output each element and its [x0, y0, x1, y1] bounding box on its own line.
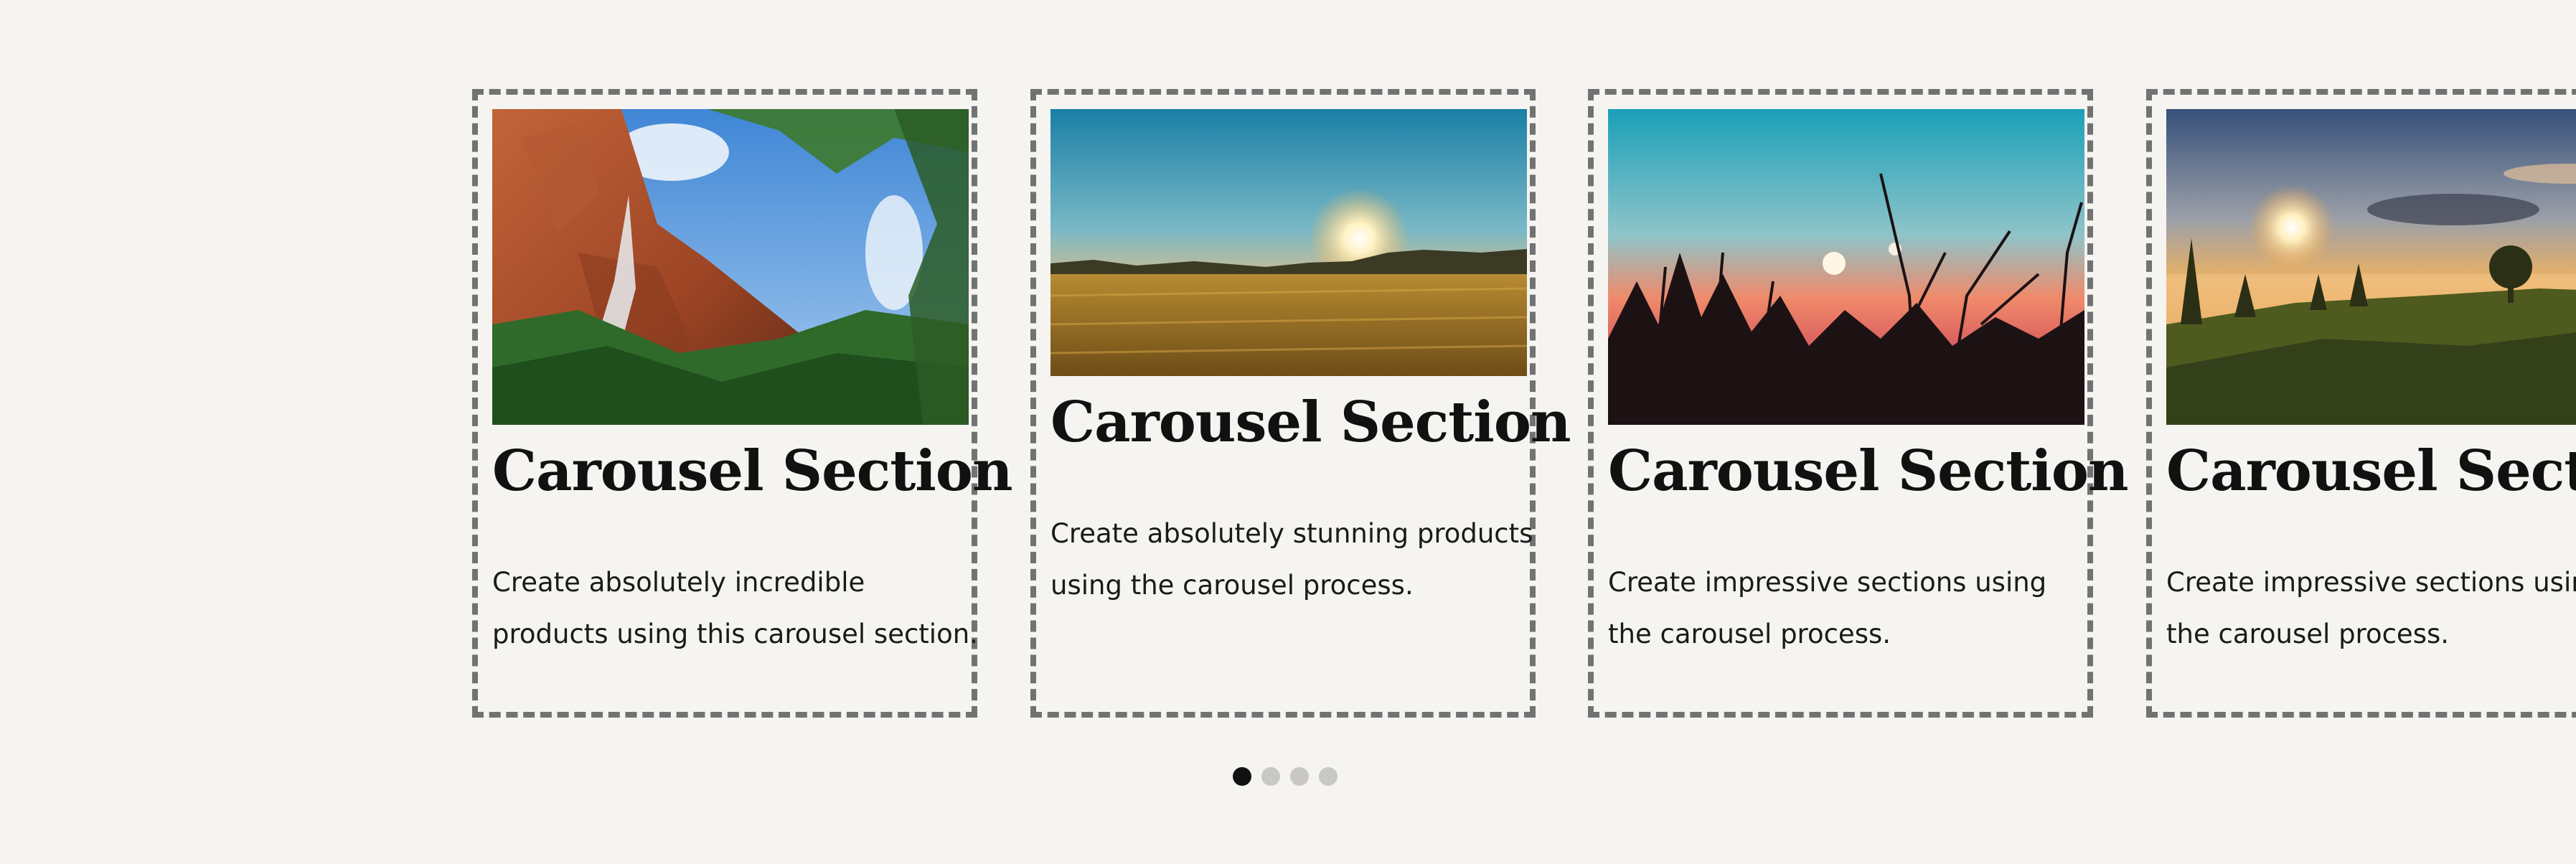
slide-description: Create impressive sections using the car… [2166, 567, 2576, 649]
slide-description: Create absolutely stunning products usin… [1050, 518, 1533, 601]
carousel-slide-3[interactable]: Carousel Section Create impressive secti… [1588, 89, 2129, 718]
canyon-waterfall-photo [492, 109, 969, 425]
golden-field-sunrise-photo [1050, 109, 1527, 376]
carousel-section: Carousel Section Create absolutely incre… [0, 0, 2576, 864]
slide-title: Carousel Section [1050, 390, 1571, 455]
pagination-dot-1[interactable] [1233, 767, 1251, 786]
pagination-dot-2[interactable] [1261, 767, 1280, 786]
silhouette-plants-sunset-photo [1608, 109, 2084, 425]
slide-title: Carousel Section [492, 438, 1013, 504]
slide-description: Create absolutely incredible products us… [492, 567, 978, 649]
slide-title: Carousel Section [1608, 438, 2129, 504]
slide-description: Create impressive sections using the car… [1608, 567, 2047, 649]
pagination-dot-3[interactable] [1290, 767, 1309, 786]
slide-title: Carousel Section [2166, 438, 2576, 504]
carousel-slide-1[interactable]: Carousel Section Create absolutely incre… [472, 89, 1013, 718]
carousel-slide-4[interactable]: Carousel Section Create impressive secti… [2146, 89, 2576, 718]
carousel-slide-2[interactable]: Carousel Section Create absolutely stunn… [1030, 89, 1571, 718]
carousel-pagination [1233, 767, 1338, 787]
pagination-dot-4[interactable] [1319, 767, 1338, 786]
misty-meadow-sunrise-photo [2166, 109, 2576, 425]
